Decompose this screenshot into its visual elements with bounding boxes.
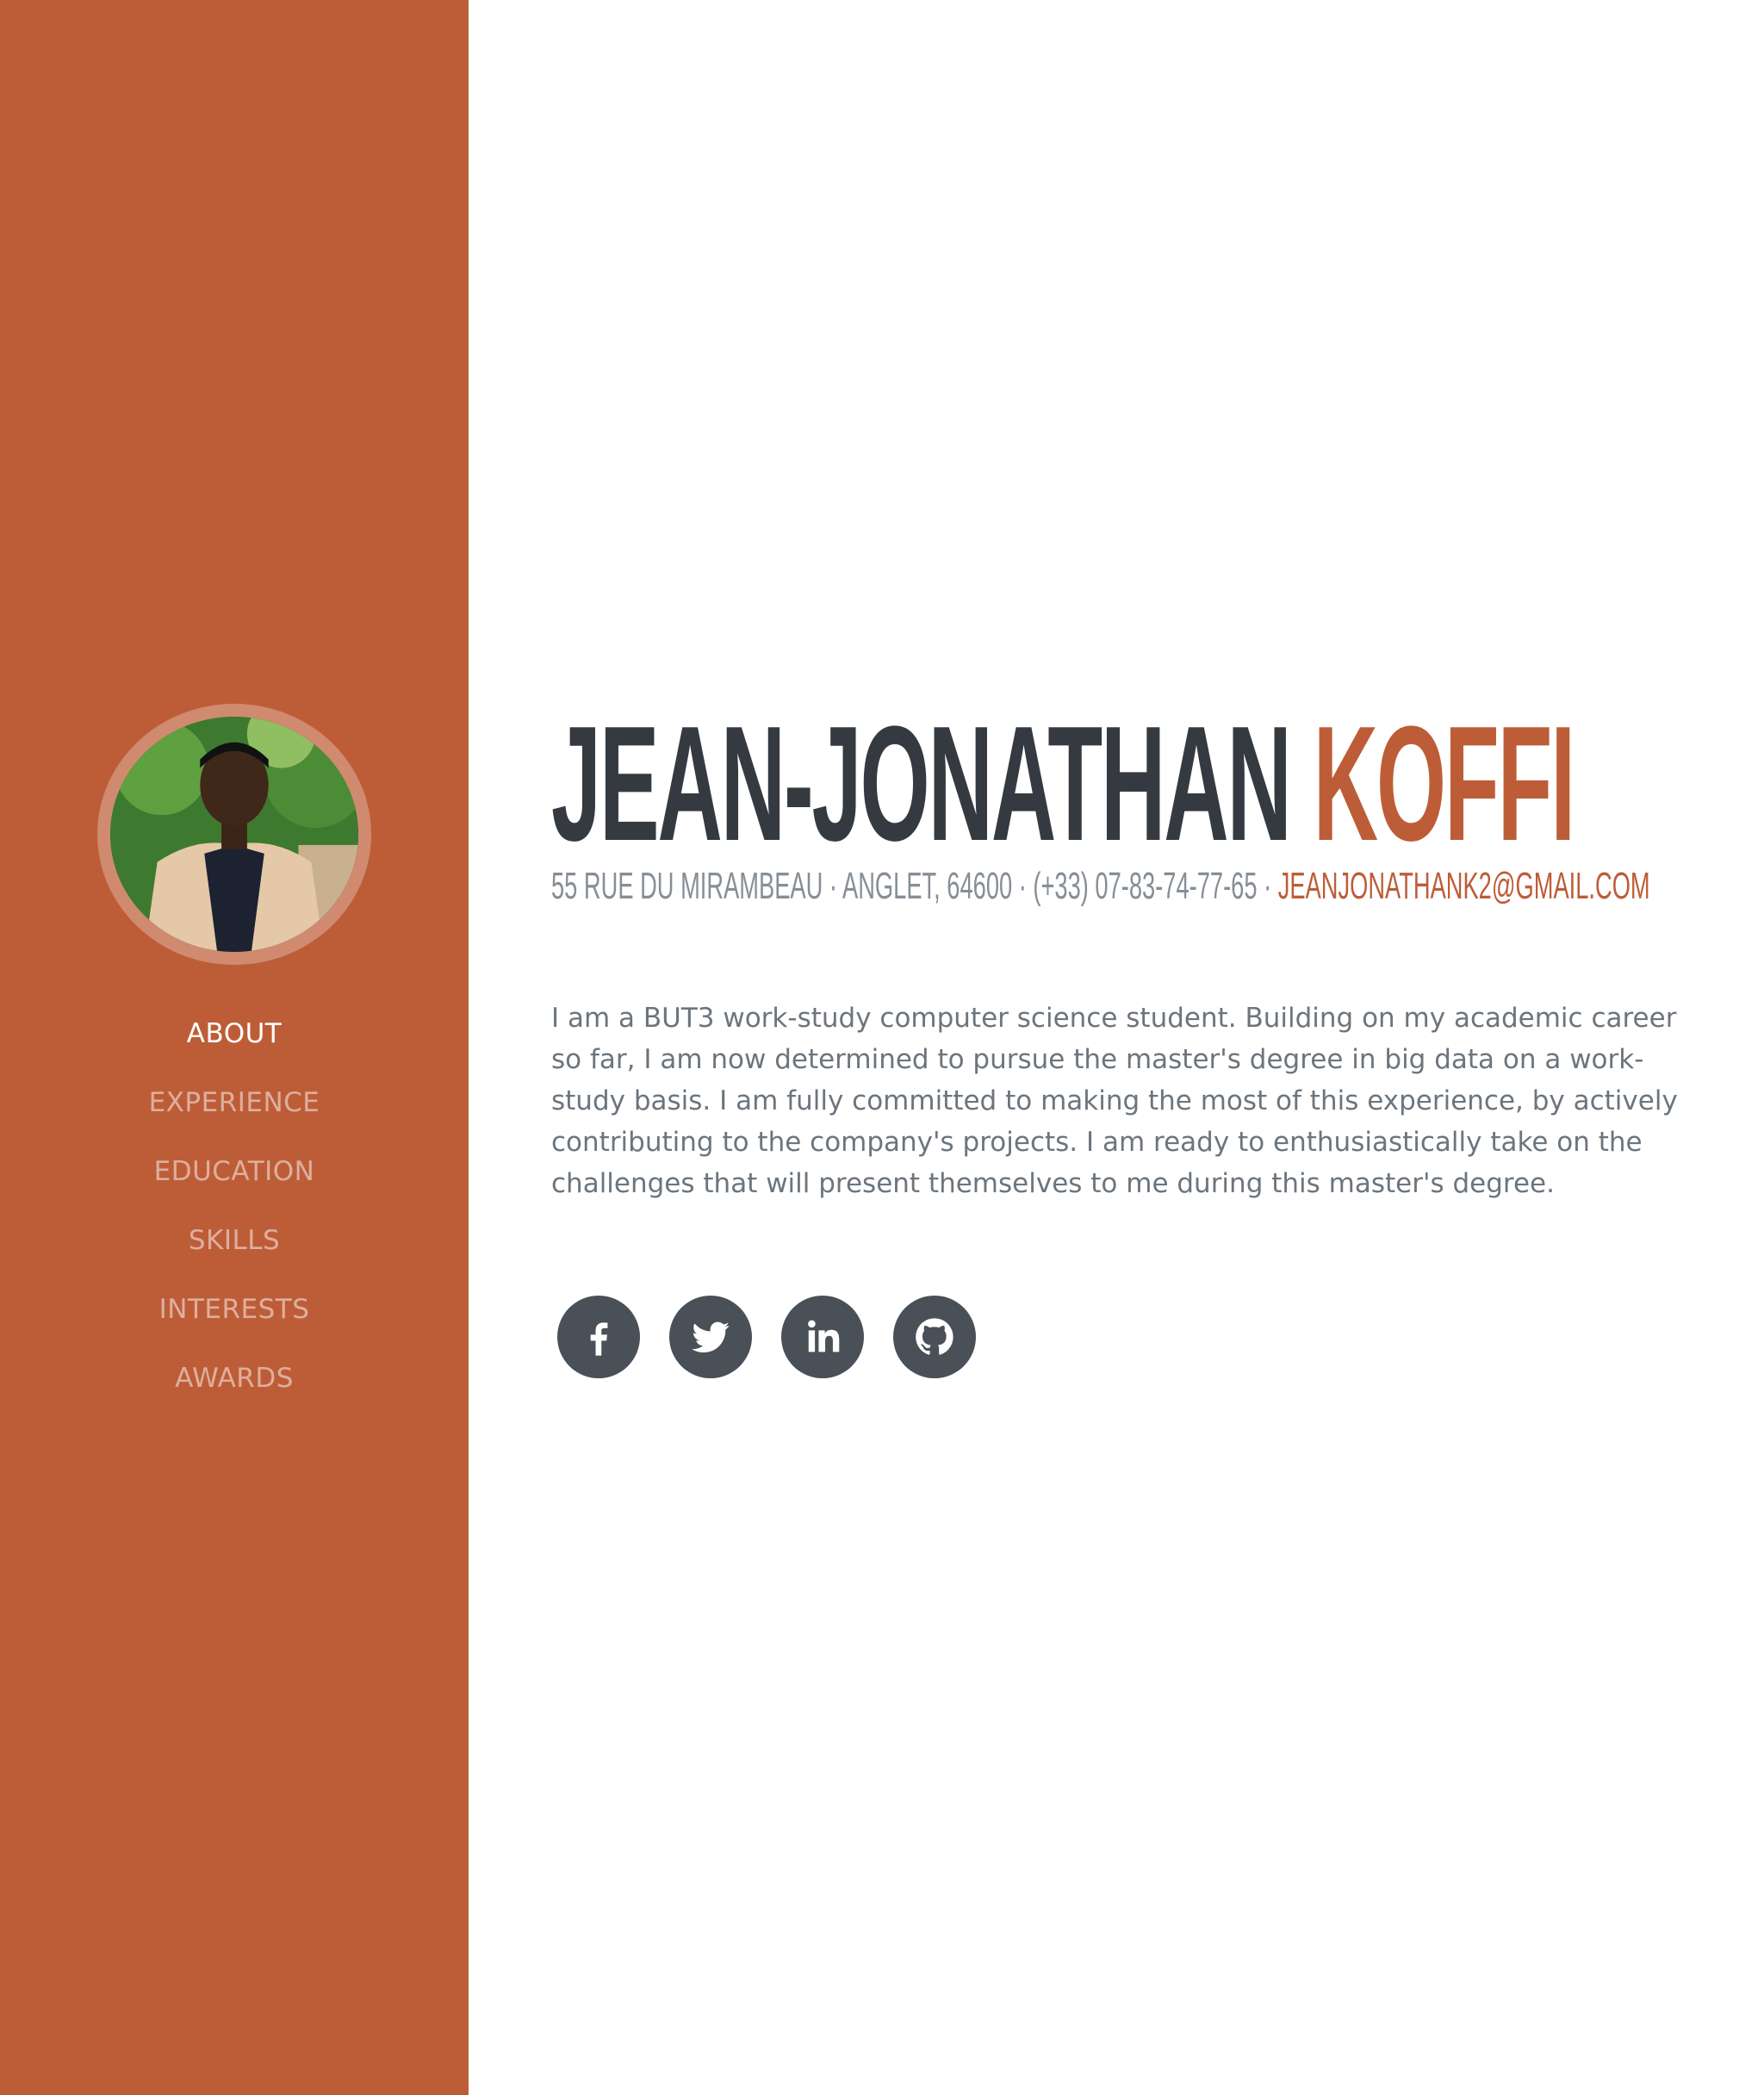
- profile-photo-frame: [97, 704, 371, 965]
- twitter-icon: [692, 1321, 730, 1352]
- nav-link-about[interactable]: ABOUT: [187, 1018, 282, 1049]
- profile-photo-image: [110, 717, 358, 952]
- nav-link-experience[interactable]: EXPERIENCE: [149, 1087, 320, 1118]
- github-icon: [916, 1318, 953, 1355]
- github-button[interactable]: [893, 1296, 976, 1378]
- nav-item-about: ABOUT: [0, 999, 469, 1068]
- contact-line: 55 RUE DU MIRAMBEAU · ANGLET, 64600 · (+…: [551, 865, 1650, 908]
- nav-item-skills: SKILLS: [0, 1206, 469, 1275]
- linkedin-icon: [808, 1320, 840, 1352]
- address-text: 55 RUE DU MIRAMBEAU · ANGLET, 64600 · (+…: [551, 865, 1278, 907]
- nav-item-experience: EXPERIENCE: [0, 1068, 469, 1137]
- linkedin-button[interactable]: [781, 1296, 864, 1378]
- twitter-button[interactable]: [669, 1296, 752, 1378]
- last-name: KOFFI: [1313, 693, 1576, 875]
- profile-photo: [110, 717, 358, 952]
- nav-item-interests: INTERESTS: [0, 1275, 469, 1344]
- facebook-button[interactable]: [557, 1296, 640, 1378]
- facebook-icon: [590, 1322, 608, 1356]
- nav-link-education[interactable]: EDUCATION: [154, 1156, 315, 1187]
- email-link[interactable]: JEANJONATHANK2@GMAIL.COM: [1278, 865, 1650, 907]
- nav-link-skills[interactable]: SKILLS: [189, 1225, 280, 1256]
- nav-item-awards: AWARDS: [0, 1344, 469, 1413]
- nav-item-education: EDUCATION: [0, 1137, 469, 1206]
- sidebar: ABOUT EXPERIENCE EDUCATION SKILLS INTERE…: [0, 0, 469, 2095]
- sidebar-nav: ABOUT EXPERIENCE EDUCATION SKILLS INTERE…: [0, 999, 469, 1413]
- first-name: JEAN-JONATHAN: [551, 693, 1292, 875]
- about-lead-text: I am a BUT3 work-study computer science …: [551, 1003, 1678, 1199]
- nav-link-awards[interactable]: AWARDS: [175, 1363, 294, 1394]
- social-icons: [557, 1296, 976, 1378]
- about-section: JEAN-JONATHAN KOFFI 55 RUE DU MIRAMBEAU …: [469, 0, 1764, 2095]
- nav-link-interests[interactable]: INTERESTS: [159, 1294, 310, 1325]
- full-name-heading: JEAN-JONATHAN KOFFI: [551, 702, 1575, 866]
